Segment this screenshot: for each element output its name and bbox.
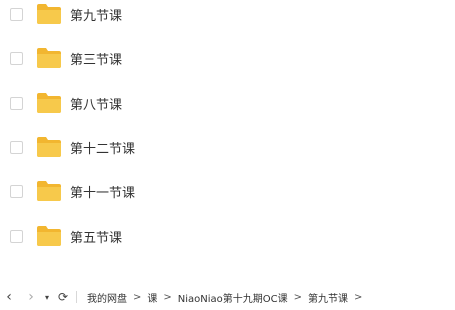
- breadcrumb-separator: >: [354, 291, 363, 303]
- folder-icon: [36, 47, 62, 69]
- row-checkbox[interactable]: [10, 184, 23, 198]
- breadcrumb-item-root[interactable]: 我的网盘: [86, 290, 128, 305]
- breadcrumb-item-course[interactable]: 课: [146, 290, 158, 305]
- file-row[interactable]: 第八节课: [0, 89, 455, 117]
- row-checkbox[interactable]: [10, 140, 23, 154]
- folder-icon: [36, 3, 62, 25]
- file-row[interactable]: 第十一节课: [0, 177, 455, 205]
- row-checkbox[interactable]: [10, 51, 23, 65]
- row-checkbox[interactable]: [10, 7, 23, 21]
- file-row[interactable]: 第三节课: [0, 44, 455, 72]
- breadcrumb: 我的网盘 > 课 > NiaoNiao第十九期OC课 > 第九节课 >: [86, 284, 367, 310]
- row-checkbox[interactable]: [10, 96, 23, 110]
- folder-name[interactable]: 第三节课: [70, 49, 122, 68]
- folder-name[interactable]: 第五节课: [70, 227, 122, 246]
- folder-icon: [36, 92, 62, 114]
- forward-arrow-icon[interactable]: ›: [24, 288, 38, 306]
- breadcrumb-separator: >: [293, 291, 303, 303]
- folder-icon: [36, 180, 62, 202]
- folder-name[interactable]: 第九节课: [70, 5, 122, 24]
- breadcrumb-item-term[interactable]: NiaoNiao第十九期OC课: [177, 290, 289, 305]
- folder-icon: [36, 225, 62, 247]
- refresh-icon[interactable]: ⟳: [56, 288, 70, 306]
- history-dropdown-icon[interactable]: ▾: [42, 288, 52, 306]
- breadcrumb-separator: >: [133, 291, 142, 303]
- file-row[interactable]: 第九节课: [0, 0, 455, 28]
- folder-name[interactable]: 第十二节课: [70, 138, 135, 157]
- folder-name[interactable]: 第八节课: [70, 94, 122, 113]
- nav-divider: [76, 291, 77, 303]
- breadcrumb-separator: >: [163, 291, 172, 303]
- folder-icon: [36, 136, 62, 158]
- file-row[interactable]: 第十二节课: [0, 133, 455, 161]
- back-arrow-icon[interactable]: ‹: [2, 288, 16, 306]
- breadcrumb-item-current[interactable]: 第九节课: [307, 290, 349, 305]
- file-row[interactable]: 第五节课: [0, 222, 455, 250]
- navigation-bar: ‹ › ▾ ⟳ 我的网盘 > 课 > NiaoNiao第十九期OC课 > 第九节…: [0, 284, 455, 310]
- folder-name[interactable]: 第十一节课: [70, 182, 135, 201]
- row-checkbox[interactable]: [10, 229, 23, 243]
